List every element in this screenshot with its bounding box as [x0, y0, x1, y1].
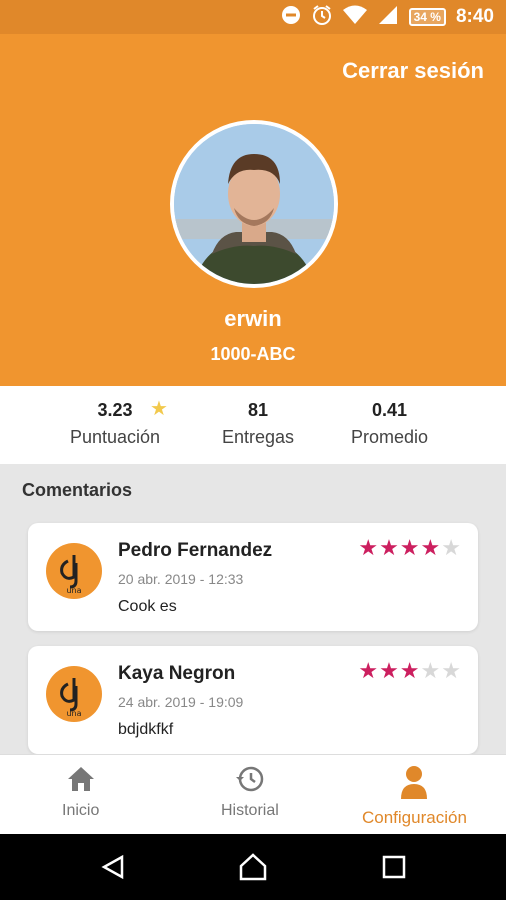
comments-title: Comentarios: [22, 480, 133, 500]
star-icon: ★: [358, 535, 380, 560]
stats-panel: 3.23 Puntuación ★ 81 Entregas 0.41 Prome…: [0, 386, 506, 464]
dj-logo-icon: una: [46, 543, 102, 599]
signal-icon: [377, 5, 399, 30]
comment-text: bdjdkfkf: [118, 721, 174, 738]
star-icon: ★: [379, 658, 400, 683]
tab-inicio[interactable]: Inicio: [62, 765, 99, 820]
stat-rating: 3.23 Puntuación: [70, 400, 160, 448]
star-icon: ★: [399, 658, 421, 683]
wifi-icon: [342, 5, 367, 30]
comment-author: Pedro Fernandez: [118, 540, 273, 561]
star-icon: ★: [358, 658, 380, 683]
comment-card[interactable]: una Kaya Negron 24 abr. 2019 - 19:09 bdj…: [28, 646, 478, 754]
stat-deliveries-value: 81: [248, 400, 269, 420]
username: erwin: [224, 306, 282, 331]
back-icon[interactable]: [100, 854, 126, 880]
alarm-icon: [311, 4, 333, 31]
tab-historial-label: Historial: [221, 802, 279, 819]
status-bar: 34 % 8:40: [0, 0, 506, 34]
stat-rating-label: Puntuación: [70, 427, 161, 447]
comment-rating: ★★★★★: [358, 535, 462, 561]
star-icon: ★: [420, 535, 442, 560]
tab-configuracion-label: Configuración: [362, 808, 467, 827]
avatar: [170, 120, 338, 288]
person-icon: [401, 766, 428, 799]
tab-inicio-label: Inicio: [62, 802, 100, 819]
star-icon: ★: [379, 535, 400, 560]
stat-average-value: 0.41: [372, 400, 408, 420]
dj-logo-icon: una: [46, 666, 102, 722]
tab-configuracion[interactable]: Configuración: [362, 765, 467, 828]
comment-text: Cook es: [118, 598, 177, 615]
profile-header: Cerrar sesión erwin 1000-ABC: [0, 34, 506, 386]
stat-rating-value: 3.23: [97, 400, 133, 420]
star-icon: ★: [441, 535, 462, 560]
stat-average: 0.41 Promedio: [351, 400, 428, 448]
svg-text:una: una: [66, 586, 81, 595]
bottom-tab-bar: Inicio Historial Configuración: [0, 754, 506, 834]
stat-deliveries: 81 Entregas: [222, 400, 294, 448]
svg-text:una: una: [66, 709, 81, 718]
tab-historial[interactable]: Historial: [221, 765, 279, 820]
star-icon: ★: [399, 535, 421, 560]
home-icon: [67, 767, 94, 791]
comment-date: 20 abr. 2019 - 12:33: [118, 571, 244, 587]
star-icon: ★: [420, 658, 442, 683]
recents-icon[interactable]: [382, 855, 406, 879]
comment-author: Kaya Negron: [118, 663, 236, 684]
stat-average-label: Promedio: [351, 427, 429, 447]
stat-deliveries-label: Entregas: [222, 427, 295, 447]
history-icon: [235, 766, 264, 792]
user-code: 1000-ABC: [210, 344, 296, 364]
dnd-icon: [281, 5, 301, 30]
logout-button[interactable]: Cerrar sesión: [342, 58, 484, 84]
comment-card[interactable]: una Pedro Fernandez 20 abr. 2019 - 12:33…: [28, 523, 478, 631]
comment-rating: ★★★★★: [358, 658, 462, 684]
clock: 8:40: [455, 6, 494, 27]
home-nav-icon[interactable]: [238, 852, 268, 882]
star-icon: ★: [150, 398, 168, 420]
star-icon: ★: [441, 658, 462, 683]
comment-date: 24 abr. 2019 - 19:09: [118, 694, 244, 710]
system-nav-bar: [0, 834, 506, 900]
battery-icon: 34 %: [408, 8, 446, 26]
